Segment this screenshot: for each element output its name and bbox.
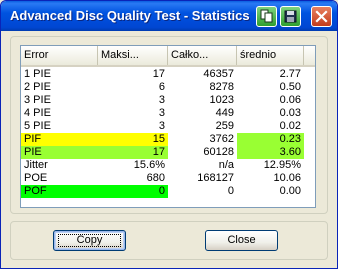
cell-average: 3.60 <box>237 146 304 159</box>
cell-max: 680 <box>146 172 165 184</box>
table-row[interactable]: PIF 15 3762 0.23 <box>21 133 315 146</box>
cell-average: 0.00 <box>279 185 301 197</box>
cell-total: 1023 <box>209 94 234 106</box>
cell-max: 15 <box>98 133 168 146</box>
cell-average: 0.03 <box>279 107 301 119</box>
column-header-max[interactable]: Maksi... <box>98 46 168 65</box>
cell-error: 5 PIE <box>24 120 51 132</box>
column-header-error[interactable]: Error <box>21 46 98 65</box>
cell-total: 60128 <box>203 146 234 158</box>
cell-total: 168127 <box>197 172 234 184</box>
title-bar[interactable]: Advanced Disc Quality Test - Statistics <box>1 1 337 31</box>
table-row[interactable]: 4 PIE 3 449 0.03 <box>21 107 315 120</box>
save-icon[interactable] <box>280 6 301 27</box>
statistics-window: Advanced Disc Quality Test - Statistics <box>0 0 338 269</box>
column-header-average[interactable]: średnio <box>237 46 304 65</box>
copy-button[interactable]: Copy <box>53 230 126 251</box>
window-body: Error Maksi... Całko... średnio 1 PIE 17 4… <box>4 31 334 265</box>
close-button-label: Close <box>227 234 256 246</box>
cell-error: 2 PIE <box>24 81 51 93</box>
focus-rect <box>58 234 121 247</box>
cell-error: 3 PIE <box>24 94 51 106</box>
column-header-total[interactable]: Całko... <box>168 46 237 65</box>
statistics-group: Error Maksi... Całko... średnio 1 PIE 17 4… <box>10 36 328 214</box>
statistics-list[interactable]: Error Maksi... Całko... średnio 1 PIE 17 4… <box>20 45 316 208</box>
table-row[interactable]: POF 0 0 0.00 <box>21 185 315 198</box>
copy-icon[interactable] <box>256 6 277 27</box>
cell-error: PIE <box>21 146 98 159</box>
cell-average: 0.06 <box>279 94 301 106</box>
table-row[interactable]: 3 PIE 3 1023 0.06 <box>21 94 315 107</box>
cell-total: 0 <box>227 185 234 197</box>
list-header: Error Maksi... Całko... średnio <box>21 46 315 67</box>
table-row[interactable]: 1 PIE 17 46357 2.77 <box>21 68 315 81</box>
cell-error: Jitter <box>24 159 48 171</box>
close-icon[interactable] <box>311 6 332 27</box>
cell-max: 17 <box>98 146 168 159</box>
cell-average: 10.06 <box>273 172 301 184</box>
cell-total: 46357 <box>203 68 234 80</box>
window-title: Advanced Disc Quality Test - Statistics <box>10 8 250 23</box>
cell-max: 17 <box>152 68 165 80</box>
cell-total: 8278 <box>209 81 234 93</box>
cell-max: 0 <box>98 185 168 198</box>
close-button[interactable]: Close <box>205 230 278 251</box>
cell-average: 2.77 <box>279 68 301 80</box>
cell-average: 12.95% <box>263 159 301 171</box>
table-row[interactable]: Jitter 15.6% n/a 12.95% <box>21 159 315 172</box>
cell-total: 3762 <box>209 133 234 145</box>
cell-error: 4 PIE <box>24 107 51 119</box>
table-row[interactable]: 2 PIE 6 8278 0.50 <box>21 81 315 94</box>
button-group: Copy Close <box>10 221 328 260</box>
cell-error: POE <box>24 172 48 184</box>
cell-error: PIF <box>21 133 98 146</box>
cell-average: 0.50 <box>279 81 301 93</box>
cell-max: 6 <box>158 81 165 93</box>
cell-average: 0.23 <box>237 133 304 146</box>
cell-max: 3 <box>158 107 165 119</box>
cell-total: n/a <box>218 159 234 171</box>
cell-max: 3 <box>158 94 165 106</box>
cell-average: 0.02 <box>279 120 301 132</box>
cell-total: 449 <box>215 107 234 119</box>
cell-error: POF <box>21 185 98 198</box>
table-row[interactable]: PIE 17 60128 3.60 <box>21 146 315 159</box>
cell-max: 3 <box>158 120 165 132</box>
cell-max: 15.6% <box>133 159 165 171</box>
cell-error: 1 PIE <box>24 68 51 80</box>
table-row[interactable]: 5 PIE 3 259 0.02 <box>21 120 315 133</box>
table-row[interactable]: POE 680 168127 10.06 <box>21 172 315 185</box>
cell-total: 259 <box>215 120 234 132</box>
